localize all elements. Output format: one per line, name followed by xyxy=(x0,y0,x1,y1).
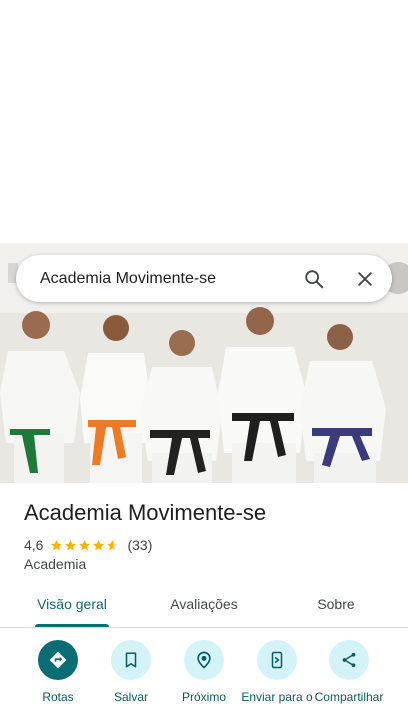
tab-reviews[interactable]: Avaliações xyxy=(154,588,254,628)
action-buttons: Rotas Salvar Próximo Enviar para o Compa… xyxy=(0,640,408,726)
rating-value: 4,6 xyxy=(24,537,44,553)
send-to-phone-button[interactable]: Enviar para o xyxy=(241,640,313,704)
send-to-phone-icon xyxy=(271,651,283,669)
bookmark-icon xyxy=(125,652,137,668)
directions-label: Rotas xyxy=(42,690,74,704)
save-button[interactable]: Salvar xyxy=(95,640,167,704)
share-label: Compartilhar xyxy=(314,690,384,704)
nearby-button[interactable]: Próximo xyxy=(168,640,240,704)
blank-map-area xyxy=(0,0,408,243)
directions-button-circle[interactable] xyxy=(38,640,78,680)
share-button-circle[interactable] xyxy=(329,640,369,680)
share-icon xyxy=(342,652,356,668)
search-bar[interactable]: Academia Movimente-se xyxy=(16,255,392,302)
nearby-label: Próximo xyxy=(181,690,226,704)
share-button[interactable]: Compartilhar xyxy=(313,640,385,704)
active-tab-indicator xyxy=(35,624,109,627)
search-icon xyxy=(305,270,324,289)
tab-overview[interactable]: Visão geral xyxy=(22,588,122,628)
send-to-phone-button-circle[interactable] xyxy=(257,640,297,680)
save-button-circle[interactable] xyxy=(111,640,151,680)
star-icon xyxy=(107,539,119,550)
star-icon xyxy=(65,539,77,550)
send-to-phone-label: Enviar para o xyxy=(241,690,313,704)
place-title: Academia Movimente-se xyxy=(24,500,267,525)
star-icon xyxy=(93,539,105,550)
tab-bar: Visão geral Avaliações Sobre xyxy=(0,588,408,628)
star-icon xyxy=(51,539,63,550)
directions-icon xyxy=(49,651,67,669)
star-icon xyxy=(79,539,91,550)
rating-stars xyxy=(50,539,120,552)
place-category: Academia xyxy=(24,556,87,572)
save-label: Salvar xyxy=(113,690,148,704)
close-icon xyxy=(358,272,372,286)
tab-about[interactable]: Sobre xyxy=(296,588,376,628)
nearby-button-circle[interactable] xyxy=(184,640,224,680)
nearby-icon xyxy=(197,651,211,669)
review-count: (33) xyxy=(127,537,153,553)
clear-search-button[interactable] xyxy=(349,263,381,295)
search-query[interactable]: Academia Movimente-se xyxy=(40,255,216,302)
directions-button[interactable]: Rotas xyxy=(22,640,94,704)
search-button[interactable] xyxy=(298,263,330,295)
rating-row[interactable]: 4,6 (33) xyxy=(24,536,152,554)
